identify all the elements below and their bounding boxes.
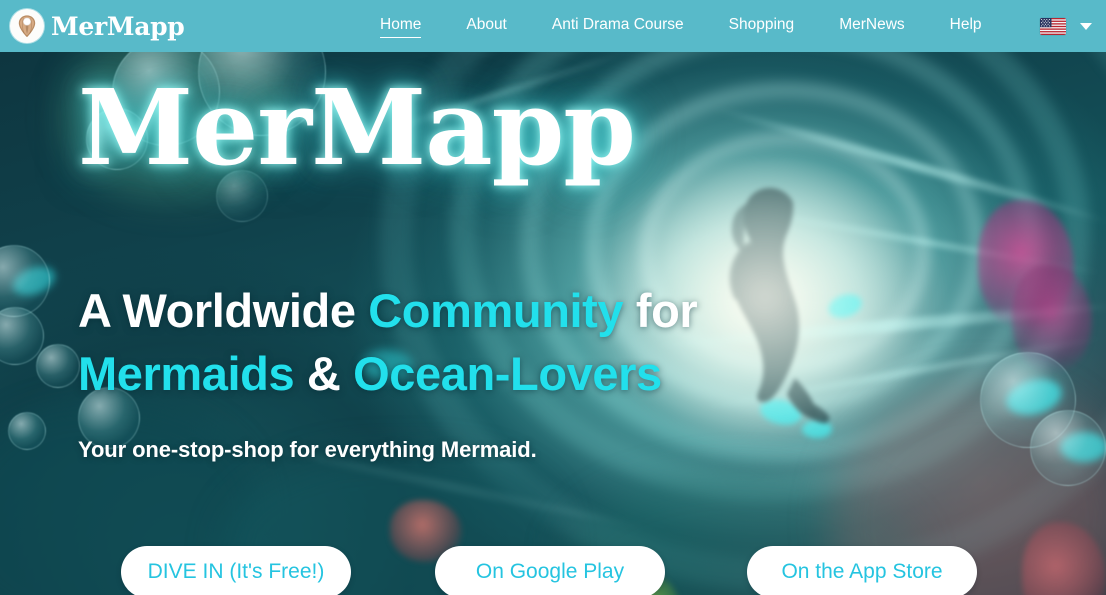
nav-item-home[interactable]: Home bbox=[380, 17, 422, 38]
hero-tagline: A Worldwide Community for Mermaids & Oce… bbox=[78, 280, 698, 406]
brand-name: MerMapp bbox=[51, 11, 185, 41]
google-play-button[interactable]: On Google Play bbox=[435, 546, 665, 595]
tagline-highlight-community: Community bbox=[368, 284, 624, 337]
tagline-line-1: A Worldwide Community for bbox=[78, 280, 698, 343]
nav-item-shopping[interactable]: Shopping bbox=[729, 17, 795, 36]
nav-item-about[interactable]: About bbox=[466, 17, 507, 36]
nav-item-help[interactable]: Help bbox=[950, 17, 982, 36]
hero-section: MerMapp A Worldwide Community for Mermai… bbox=[0, 52, 1106, 595]
brand-logo[interactable]: MerMapp bbox=[10, 9, 185, 43]
tagline-highlight-ocean-lovers: Ocean-Lovers bbox=[353, 346, 662, 400]
site-header: MerMapp Home About Anti Drama Course Sho… bbox=[0, 0, 1106, 52]
tagline-highlight-mermaids: Mermaids bbox=[78, 346, 295, 400]
dive-in-button[interactable]: DIVE IN (It's Free!) bbox=[121, 546, 351, 595]
hero-title: MerMapp bbox=[78, 66, 636, 189]
us-flag-icon bbox=[1040, 17, 1066, 35]
main-nav: Home About Anti Drama Course Shopping Me… bbox=[380, 0, 982, 52]
hero-subtagline: Your one-stop-shop for everything Mermai… bbox=[78, 437, 537, 462]
nav-item-anti-drama-course[interactable]: Anti Drama Course bbox=[552, 17, 684, 36]
map-pin-shell-icon bbox=[10, 9, 44, 43]
tagline-text-a: A Worldwide bbox=[78, 284, 369, 337]
tagline-ampersand: & bbox=[294, 346, 354, 400]
nav-item-mernews[interactable]: MerNews bbox=[839, 17, 904, 36]
hero-cta-row: DIVE IN (It's Free!) On Google Play On t… bbox=[0, 492, 1106, 595]
tagline-text-b: for bbox=[623, 284, 698, 337]
app-store-button[interactable]: On the App Store bbox=[747, 546, 977, 595]
language-selector[interactable] bbox=[1040, 0, 1092, 52]
chevron-down-icon[interactable] bbox=[1080, 22, 1092, 30]
tagline-line-2: Mermaids & Ocean-Lovers bbox=[78, 343, 697, 406]
